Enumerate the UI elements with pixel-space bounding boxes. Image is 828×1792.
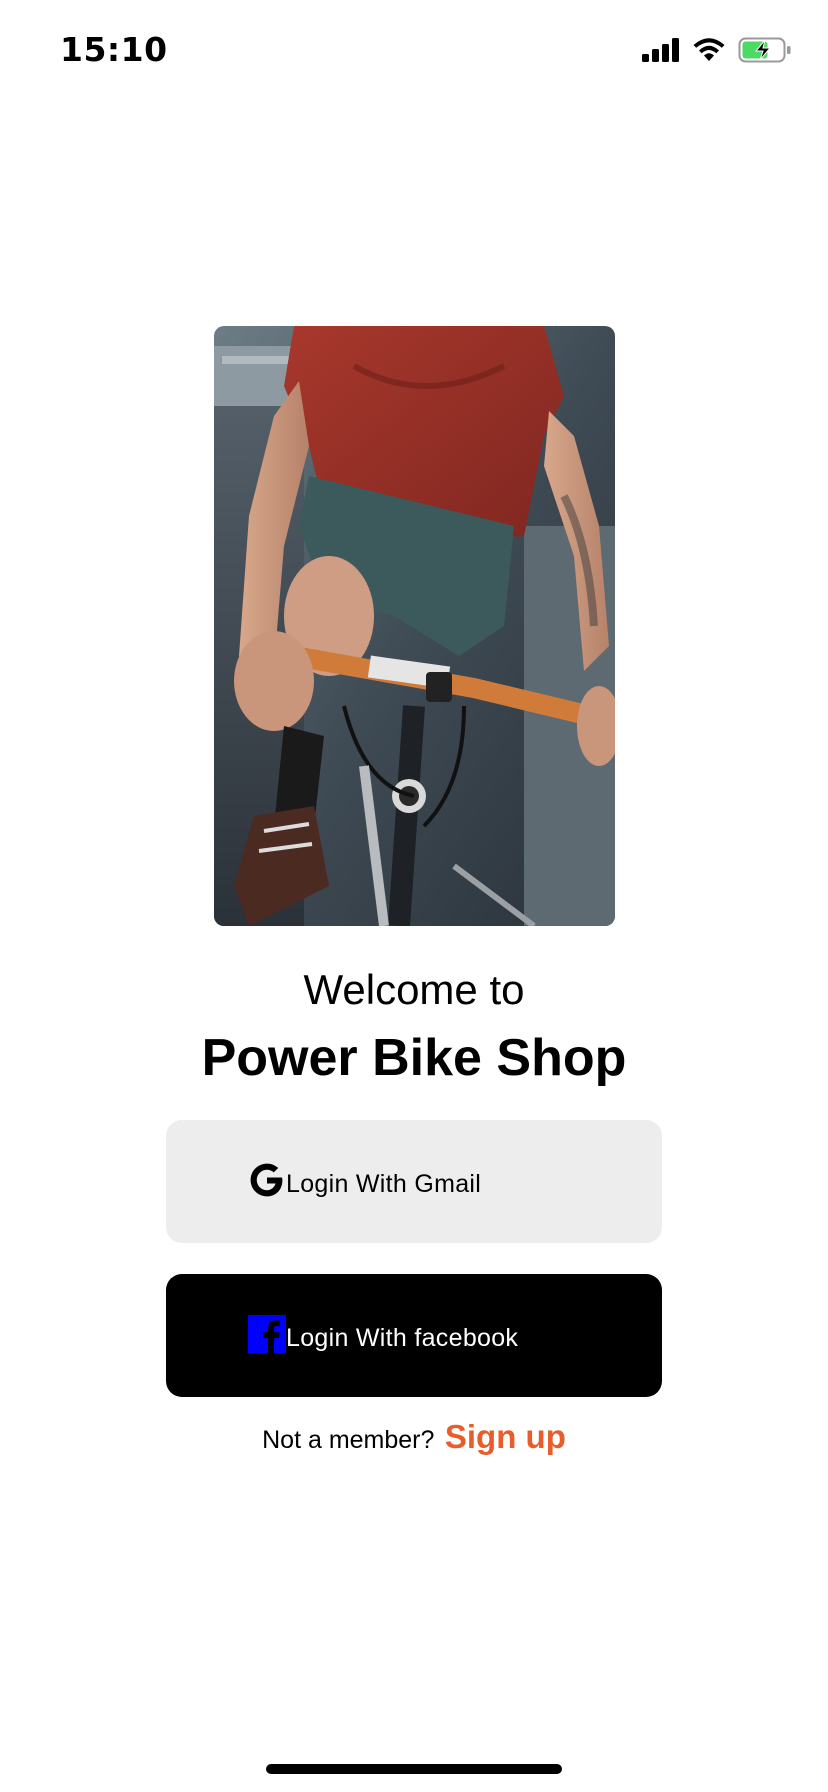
shop-name-title: Power Bike Shop	[201, 1029, 627, 1087]
status-icons	[642, 33, 792, 67]
login-gmail-button[interactable]: Login With Gmail	[166, 1120, 662, 1243]
wifi-icon	[692, 37, 726, 63]
welcome-text: Welcome to	[303, 966, 525, 1013]
login-facebook-button[interactable]: Login With facebook	[166, 1274, 662, 1397]
google-icon	[248, 1161, 286, 1199]
status-bar: 15:10	[0, 0, 828, 100]
cellular-signal-icon	[642, 38, 680, 62]
signup-prompt: Not a member?	[262, 1426, 435, 1454]
login-gmail-label: Login With Gmail	[286, 1170, 482, 1198]
signup-link[interactable]: Sign up	[445, 1418, 566, 1455]
status-time: 15:10	[60, 30, 168, 69]
home-indicator[interactable]	[266, 1764, 562, 1774]
battery-charging-icon	[738, 37, 792, 63]
facebook-icon	[248, 1314, 286, 1353]
hero-image	[214, 326, 615, 926]
login-facebook-label: Login With facebook	[286, 1324, 519, 1352]
signup-row: Not a member? Sign up	[0, 1418, 828, 1456]
